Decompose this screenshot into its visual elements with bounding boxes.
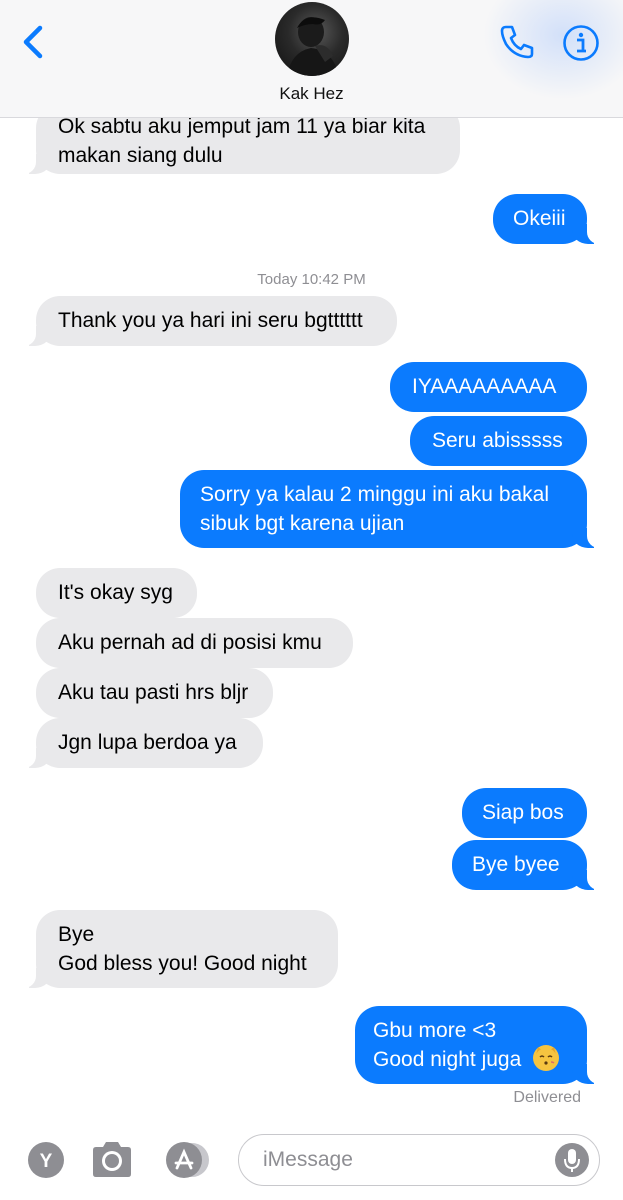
conversation-header: Kak Hez: [0, 0, 623, 118]
message-line: Gbu more <3: [373, 1019, 497, 1042]
sent-message[interactable]: Sorry ya kalau 2 minggu ini aku bakal si…: [180, 470, 613, 548]
message-line: It's okay syg: [58, 581, 173, 604]
message-line: Aku tau pasti hrs bljr: [58, 681, 249, 704]
app-store-button[interactable]: [163, 1140, 211, 1180]
received-message[interactable]: Bye God bless you! Good night: [10, 910, 338, 988]
kissing-cat-emoji: [533, 1045, 560, 1071]
message-line: Seru abisssss: [432, 429, 563, 452]
info-button[interactable]: [562, 24, 600, 62]
message-line: Bye byee: [472, 853, 560, 876]
camera-button[interactable]: [89, 1140, 135, 1180]
received-message[interactable]: Thank you ya hari ini seru bgtttttt: [10, 296, 397, 346]
sent-message[interactable]: IYAAAAAAAAA: [390, 362, 587, 412]
sent-message[interactable]: Bye byee: [452, 840, 613, 890]
message-line: Siap bos: [482, 801, 564, 824]
app-store-icon: [166, 1142, 209, 1178]
message-line: Good night juga: [373, 1048, 522, 1071]
phone-icon: [500, 25, 534, 59]
y-app-label: Y: [40, 1151, 53, 1172]
message-line: Thank you ya hari ini seru bgtttttt: [58, 309, 363, 332]
camera-icon: [93, 1142, 131, 1177]
message-line: IYAAAAAAAAA: [412, 375, 557, 398]
sent-message[interactable]: Gbu more <3 Good night juga: [355, 1006, 613, 1084]
cat-face-icon: [535, 1047, 558, 1070]
info-icon: [563, 25, 599, 61]
y-app-icon: Y: [28, 1142, 64, 1178]
message-input[interactable]: iMessage: [238, 1134, 600, 1186]
received-message[interactable]: Aku pernah ad di posisi kmu: [36, 618, 353, 668]
received-message[interactable]: Aku tau pasti hrs bljr: [36, 668, 273, 718]
chevron-left-icon: [23, 25, 43, 59]
y-app-button[interactable]: Y: [27, 1141, 65, 1179]
message-line: makan siang dulu: [58, 144, 223, 167]
message-line: Bye: [58, 923, 95, 946]
message-line: sibuk bgt karena ujian: [200, 512, 405, 535]
microphone-icon: [564, 1149, 580, 1172]
avatar-photo: [287, 17, 339, 76]
received-message[interactable]: Jgn lupa berdoa ya: [10, 718, 263, 768]
sent-message[interactable]: Seru abisssss: [410, 416, 587, 466]
dictation-button[interactable]: [555, 1143, 589, 1177]
message-line-with-emoji: Good night juga: [373, 1045, 569, 1074]
message-line: Sorry ya kalau 2 minggu ini aku bakal: [200, 483, 550, 506]
conversation-timestamp: Today 10:42 PM: [257, 271, 366, 288]
call-button[interactable]: [497, 22, 537, 62]
message-line: God bless you! Good night: [58, 952, 307, 975]
contact-name[interactable]: Kak Hez: [0, 84, 623, 104]
sent-message[interactable]: Siap bos: [462, 788, 587, 838]
back-button[interactable]: [18, 22, 52, 62]
input-bar: Y iMessage: [0, 1128, 623, 1200]
message-line: Okeiii: [513, 207, 566, 230]
sent-message[interactable]: Okeiii: [493, 194, 613, 244]
avatar[interactable]: [275, 2, 349, 76]
message-line: Aku pernah ad di posisi kmu: [58, 631, 322, 654]
message-line: Jgn lupa berdoa ya: [58, 731, 237, 754]
received-message[interactable]: It's okay syg: [36, 568, 197, 618]
delivery-status: Delivered: [513, 1089, 581, 1106]
message-input-placeholder: iMessage: [263, 1148, 353, 1171]
